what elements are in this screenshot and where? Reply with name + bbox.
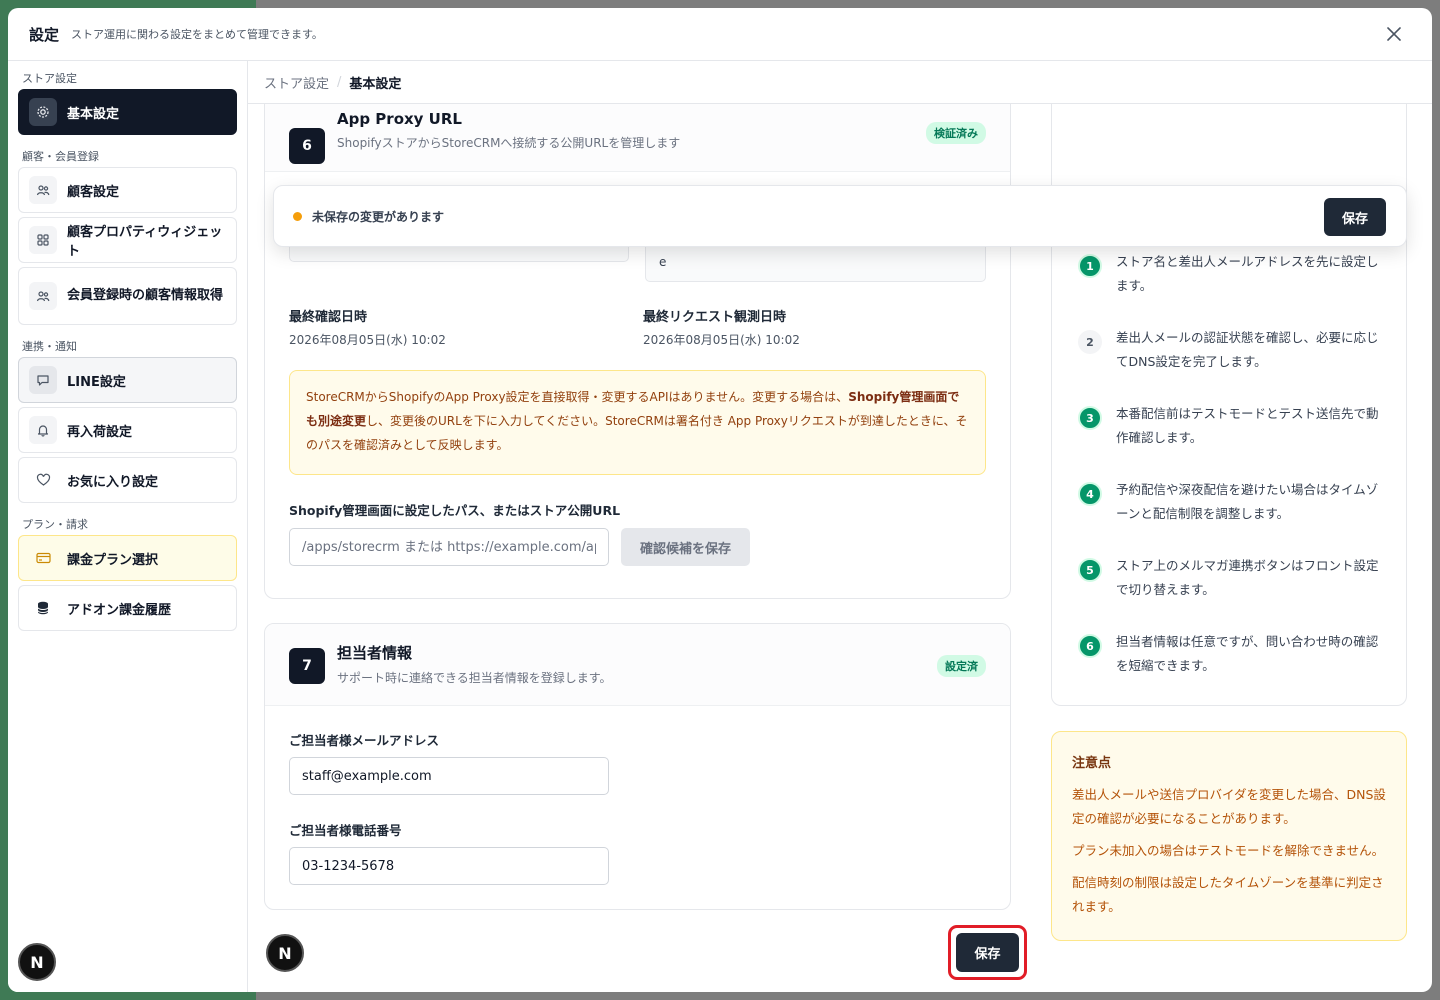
avatar[interactable]: N <box>18 943 56 981</box>
breadcrumb-current: 基本設定 <box>349 76 402 92</box>
status-badge: 検証済み <box>926 122 986 144</box>
users-icon <box>29 176 57 204</box>
caution-box: 注意点 差出人メールや送信プロバイダを変更した場合、DNS設定の確認が必要になる… <box>1051 731 1407 941</box>
sidebar-item-signup-customer-info[interactable]: 会員登録時の顧客情報取得 <box>18 267 237 325</box>
save-button-highlight: 保存 <box>948 925 1027 980</box>
sidebar-item-label: 顧客プロパティウィジェット <box>67 225 223 259</box>
close-button[interactable] <box>1382 22 1406 46</box>
contact-card-header: 7 担当者情報 サポート時に連絡できる担当者情報を登録します。 設定済 <box>265 624 1010 706</box>
last-request-label: 最終リクエスト観測日時 <box>643 310 787 325</box>
tip-text: 予約配信や深夜配信を避けたい場合はタイムゾーンと配信制限を調整します。 <box>1116 482 1379 521</box>
caution-item: 差出人メールや送信プロバイダを変更した場合、DNS設定の確認が必要になることがあ… <box>1072 787 1386 826</box>
tip-item: 1 ストア名と差出人メールアドレスを先に設定します。 <box>1078 250 1388 298</box>
tip-item: 2 差出人メールの認証状態を確認し、必要に応じてDNS設定を完了します。 <box>1078 326 1388 374</box>
modal-title: 設定 <box>29 25 60 44</box>
path-label: Shopify管理画面に設定したパス、またはストア公開URL <box>289 503 621 518</box>
phone-field[interactable]: 03-1234-5678 <box>289 847 609 885</box>
unsaved-changes-bar: 未保存の変更があります 保存 <box>273 185 1407 247</box>
phone-label: ご担当者様電話番号 <box>289 823 402 838</box>
card-description: ShopifyストアからStoreCRMへ接続する公開URLを管理します <box>337 136 681 150</box>
sidebar-item-label: お気に入り設定 <box>67 474 159 490</box>
close-icon <box>1387 27 1401 41</box>
email-field[interactable]: staff@example.com <box>289 757 609 795</box>
caution-title: 注意点 <box>1072 756 1112 771</box>
users-icon <box>29 282 57 310</box>
modal-header: 設定 ストア運用に関わる設定をまとめて管理できます。 <box>8 8 1432 61</box>
tip-item: 4 予約配信や深夜配信を避けたい場合はタイムゾーンと配信制限を調整します。 <box>1078 478 1388 526</box>
proxy-endpoint-value: e <box>659 255 667 269</box>
sidebar-item-favorites-settings[interactable]: お気に入り設定 <box>18 457 237 503</box>
sidebar-item-label: LINE設定 <box>67 374 126 390</box>
save-button[interactable]: 保存 <box>956 933 1019 972</box>
tip-number: 2 <box>1078 330 1102 354</box>
breadcrumb: ストア設定 / 基本設定 <box>248 61 1432 104</box>
app-proxy-card-header: 6 App Proxy URL ShopifyストアからStoreCRMへ接続す… <box>265 96 1010 172</box>
save-candidate-button[interactable]: 確認候補を保存 <box>621 528 750 566</box>
bell-icon <box>29 416 57 444</box>
caution-item: プラン未加入の場合はテストモードを解除できません。 <box>1072 843 1385 858</box>
card-title: 担当者情報 <box>337 644 413 662</box>
tip-item: 6 担当者情報は任意ですが、問い合わせ時の確認を短縮できます。 <box>1078 630 1388 678</box>
tip-item: 3 本番配信前はテストモードとテスト送信先で動作確認します。 <box>1078 402 1388 450</box>
sidebar-item-label: 課金プラン選択 <box>67 552 159 568</box>
tip-text: ストア上のメルマガ連携ボタンはフロント設定で切り替えます。 <box>1116 558 1379 597</box>
sidebar-item-label: 顧客設定 <box>67 184 120 200</box>
sidebar-item-customer-property-widget[interactable]: 顧客プロパティウィジェット <box>18 217 237 263</box>
tip-text: 差出人メールの認証状態を確認し、必要に応じてDNS設定を完了します。 <box>1116 330 1379 369</box>
heart-icon <box>29 466 57 494</box>
tip-number: 3 <box>1078 406 1102 430</box>
email-label: ご担当者様メールアドレス <box>289 733 440 748</box>
proxy-path-input[interactable] <box>289 528 609 566</box>
notice-text-pre: StoreCRMからShopifyのApp Proxy設定を直接取得・変更するA… <box>306 390 849 404</box>
avatar[interactable]: N <box>266 934 304 972</box>
sidebar-section-billing: プラン・請求 <box>22 518 88 531</box>
unsaved-text: 未保存の変更があります <box>312 209 445 224</box>
last-checked-value: 2026年08月05日(水) 10:02 <box>289 333 446 347</box>
sidebar-item-addon-history[interactable]: アドオン課金履歴 <box>18 585 237 631</box>
grid-icon <box>29 226 57 254</box>
tip-text: 担当者情報は任意ですが、問い合わせ時の確認を短縮できます。 <box>1116 634 1379 673</box>
credit-card-icon <box>29 544 57 572</box>
caution-item: 配信時刻の制限は設定したタイムゾーンを基準に判定されます。 <box>1072 875 1384 914</box>
save-button-floating[interactable]: 保存 <box>1324 198 1386 236</box>
tip-number: 4 <box>1078 482 1102 506</box>
breadcrumb-parent[interactable]: ストア設定 <box>264 73 329 92</box>
tip-text: ストア名と差出人メールアドレスを先に設定します。 <box>1116 254 1379 293</box>
modal-subtitle: ストア運用に関わる設定をまとめて管理できます。 <box>71 28 323 41</box>
contact-card: 7 担当者情報 サポート時に連絡できる担当者情報を登録します。 設定済 ご担当者… <box>264 623 1011 910</box>
proxy-notice: StoreCRMからShopifyのApp Proxy設定を直接取得・変更するA… <box>289 370 986 475</box>
notice-text-post: し、変更後のURLを下に入力してください。StoreCRMは署名付き App P… <box>306 414 968 452</box>
card-description: サポート時に連絡できる担当者情報を登録します。 <box>337 671 612 685</box>
unsaved-dot-icon <box>293 211 302 221</box>
status-badge: 設定済 <box>937 655 986 677</box>
sidebar-item-label: アドオン課金履歴 <box>67 602 172 618</box>
sidebar-item-customer-settings[interactable]: 顧客設定 <box>18 167 237 213</box>
tip-number: 6 <box>1078 634 1102 658</box>
sidebar-item-line-settings[interactable]: LINE設定 <box>18 357 237 403</box>
sidebar-section-store: ストア設定 <box>22 72 77 85</box>
step-number: 6 <box>289 128 325 164</box>
sidebar-section-customer: 顧客・会員登録 <box>22 150 99 163</box>
tip-number: 5 <box>1078 558 1102 582</box>
sidebar-item-label: 会員登録時の顧客情報取得 <box>67 288 224 303</box>
sidebar-item-restock-settings[interactable]: 再入荷設定 <box>18 407 237 453</box>
last-checked-label: 最終確認日時 <box>289 310 368 325</box>
tip-number: 1 <box>1078 254 1102 278</box>
last-request-value: 2026年08月05日(水) 10:02 <box>643 333 800 347</box>
gear-icon <box>29 98 57 126</box>
breadcrumb-separator: / <box>337 74 342 90</box>
sidebar: ストア設定 基本設定 顧客・会員登録 顧客設定 顧客プロパティウィジェット 会員… <box>8 61 248 992</box>
chat-icon <box>29 366 57 394</box>
step-number: 7 <box>289 648 325 684</box>
sidebar-item-label: 再入荷設定 <box>67 424 133 440</box>
sidebar-item-billing-plan[interactable]: 課金プラン選択 <box>18 535 237 581</box>
sidebar-item-label: 基本設定 <box>67 106 120 122</box>
tip-text: 本番配信前はテストモードとテスト送信先で動作確認します。 <box>1116 406 1379 445</box>
card-title: App Proxy URL <box>337 110 462 128</box>
tip-item: 5 ストア上のメルマガ連携ボタンはフロント設定で切り替えます。 <box>1078 554 1388 602</box>
database-icon <box>29 594 57 622</box>
app-proxy-card: 6 App Proxy URL ShopifyストアからStoreCRMへ接続す… <box>264 96 1011 599</box>
sidebar-section-integration: 連携・通知 <box>22 340 77 353</box>
sidebar-item-basic-settings[interactable]: 基本設定 <box>18 89 237 135</box>
